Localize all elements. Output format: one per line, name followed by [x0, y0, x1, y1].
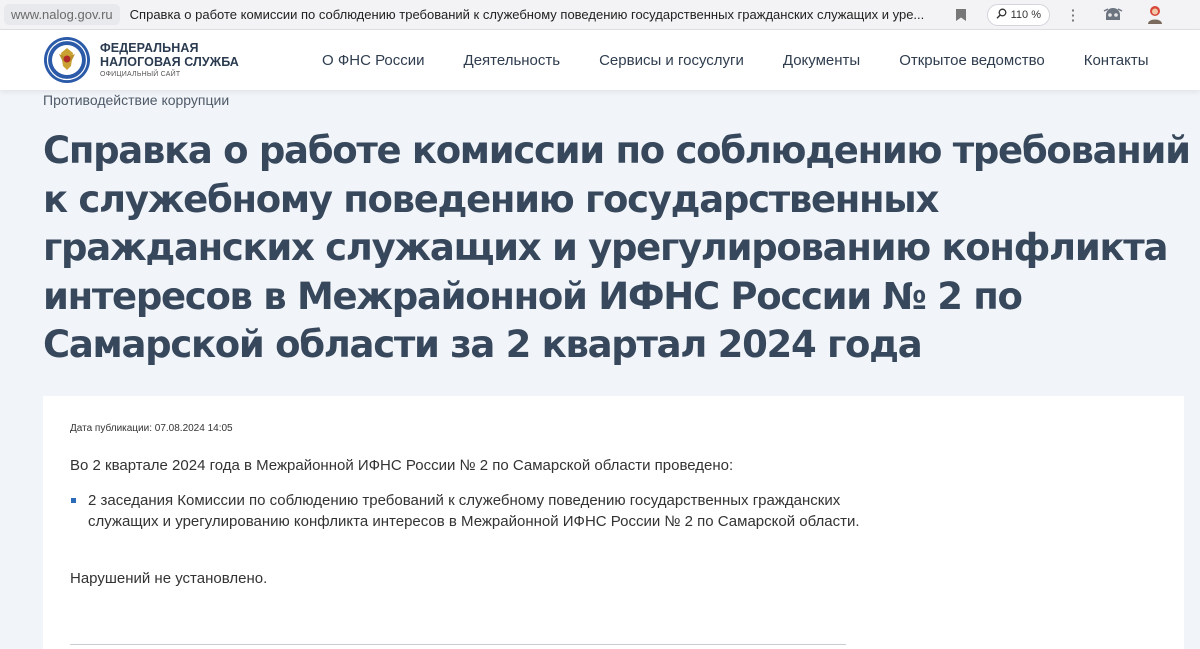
logo-subtitle: ОФИЦИАЛЬНЫЙ САЙТ — [100, 71, 181, 78]
breadcrumb[interactable]: Противодействие коррупции — [43, 92, 229, 108]
article-card: Дата публикации: 07.08.2024 14:05 Во 2 к… — [43, 396, 1184, 649]
zoom-level: 110 % — [1010, 8, 1041, 21]
bullet-text: 2 заседания Комиссии по соблюдению требо… — [88, 492, 860, 530]
divider — [70, 644, 846, 645]
extension-icon[interactable] — [1098, 2, 1128, 28]
fns-emblem-icon — [43, 36, 91, 84]
nav-item-services[interactable]: Сервисы и госуслуги — [599, 52, 744, 69]
nav-item-about[interactable]: О ФНС России — [322, 52, 425, 69]
article-intro: Во 2 квартале 2024 года в Межрайонной ИФ… — [70, 457, 734, 474]
bookmark-icon[interactable] — [949, 3, 973, 27]
nav-item-documents[interactable]: Документы — [783, 52, 860, 69]
nav-item-activity[interactable]: Деятельность — [464, 52, 561, 69]
logo-title-line2: НАЛОГОВАЯ СЛУЖБА — [100, 54, 239, 69]
nav-item-contacts[interactable]: Контакты — [1084, 52, 1149, 69]
zoom-search-icon — [996, 8, 1007, 22]
address-field[interactable]: www.nalog.gov.ru Справка о работе комисс… — [0, 0, 929, 30]
bullet-square-icon — [71, 498, 76, 503]
browser-address-bar: www.nalog.gov.ru Справка о работе комисс… — [0, 0, 1200, 30]
page-title: Справка о работе комиссии по соблюдению … — [43, 129, 1191, 366]
site-header: ФЕДЕРАЛЬНАЯ НАЛОГОВАЯ СЛУЖБА ОФИЦИАЛЬНЫЙ… — [0, 30, 1200, 90]
main-nav: О ФНС России Деятельность Сервисы и госу… — [322, 30, 1149, 90]
article-bullet-list: 2 заседания Комиссии по соблюдению требо… — [70, 490, 860, 532]
publication-date: Дата публикации: 07.08.2024 14:05 — [70, 423, 233, 434]
zoom-indicator[interactable]: 110 % — [986, 3, 1050, 26]
site-logo[interactable]: ФЕДЕРАЛЬНАЯ НАЛОГОВАЯ СЛУЖБА ОФИЦИАЛЬНЫЙ… — [43, 36, 239, 84]
list-item: 2 заседания Комиссии по соблюдению требо… — [70, 490, 860, 532]
tab-page-title: Справка о работе комиссии по соблюдению … — [129, 7, 925, 22]
nav-item-open-agency[interactable]: Открытое ведомство — [899, 52, 1045, 69]
kebab-menu-icon[interactable]: ⋮ — [1062, 6, 1084, 24]
logo-title-line1: ФЕДЕРАЛЬНАЯ — [100, 41, 199, 55]
article-conclusion: Нарушений не установлено. — [70, 570, 268, 587]
url-host[interactable]: www.nalog.gov.ru — [4, 4, 120, 25]
profile-icon[interactable] — [1140, 2, 1170, 28]
